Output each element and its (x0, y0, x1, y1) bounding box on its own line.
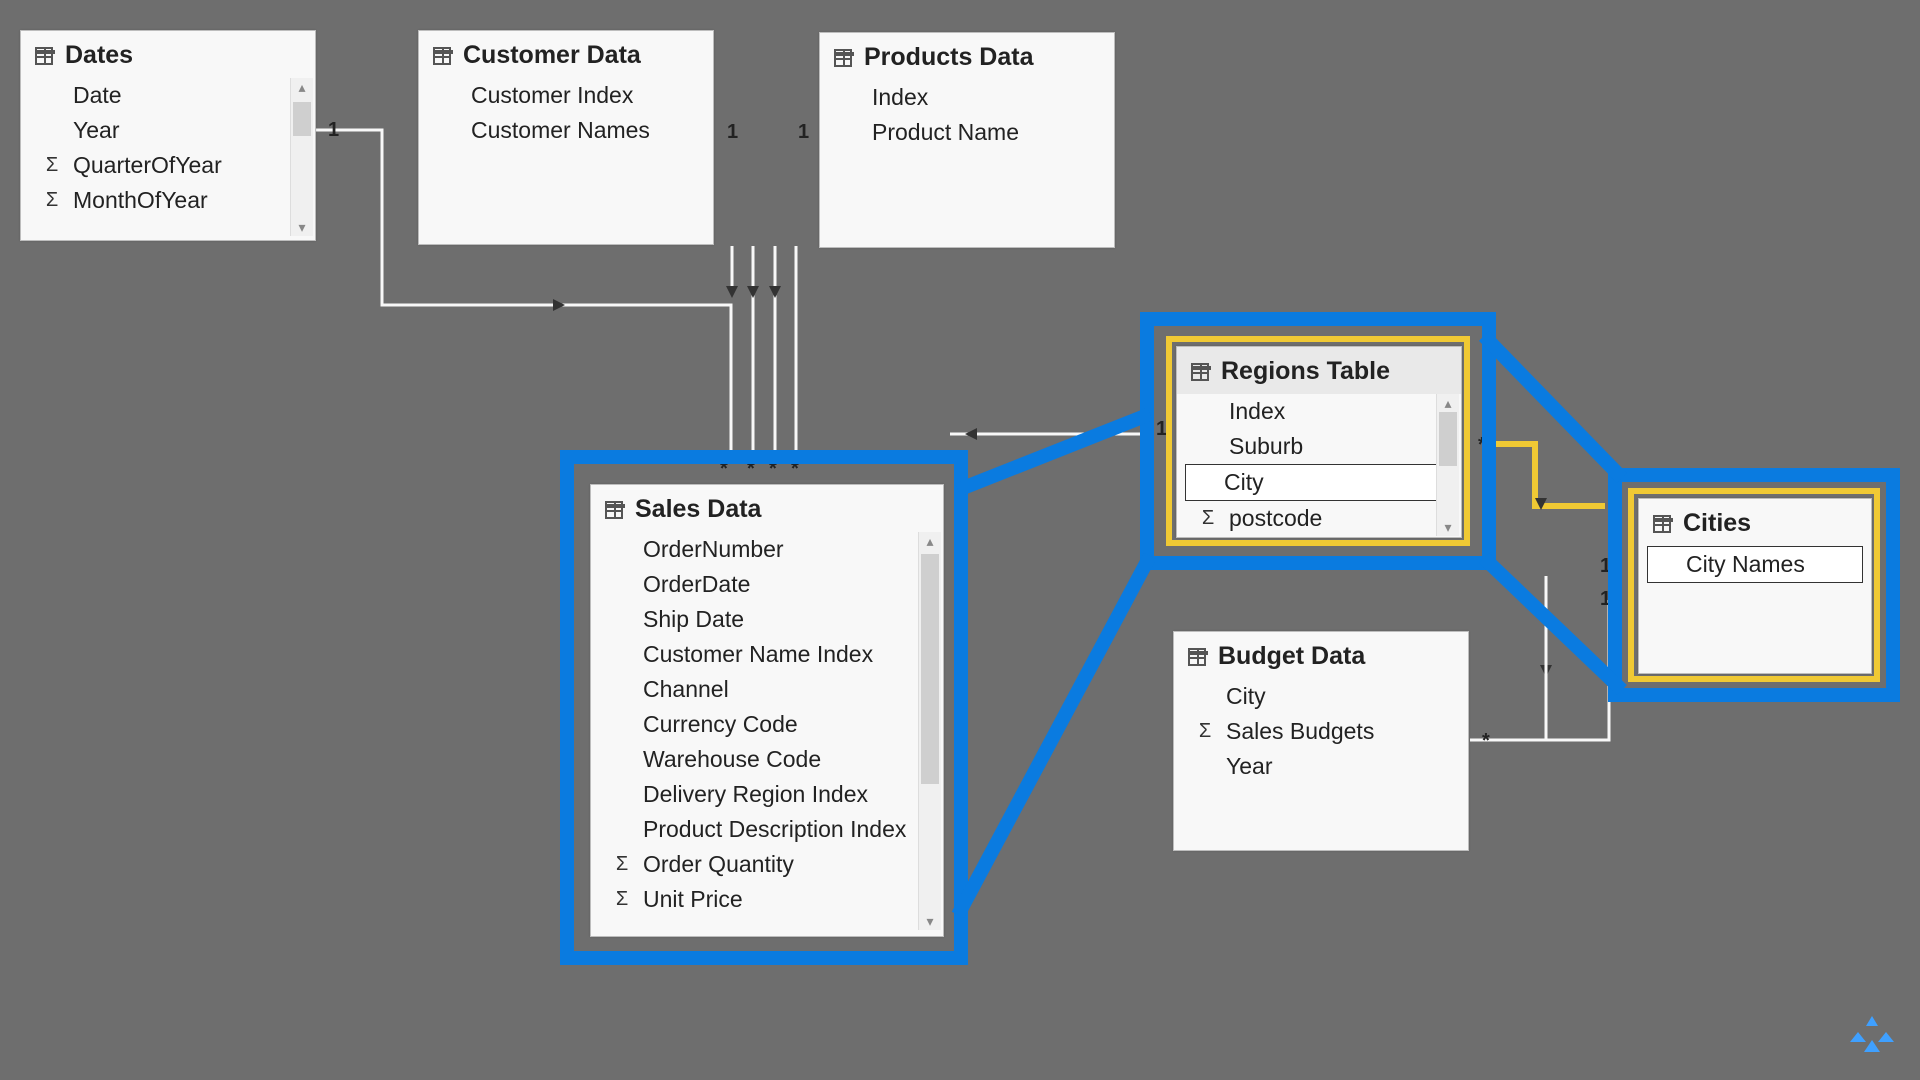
card-customer-1a: 1 (727, 121, 738, 144)
field: OrderNumber (591, 532, 943, 567)
table-icon (433, 47, 451, 65)
field: Suburb (1177, 429, 1461, 464)
field: Product Description Index (591, 812, 943, 847)
field-selected: City Names (1647, 546, 1863, 583)
table-budget[interactable]: Budget Data City ΣSales Budgets Year (1173, 631, 1469, 851)
table-icon (1653, 515, 1671, 533)
field: Ship Date (591, 602, 943, 637)
field: Channel (591, 672, 943, 707)
table-title: Budget Data (1218, 642, 1365, 671)
table-title: Products Data (864, 43, 1033, 72)
table-icon (35, 47, 53, 65)
field: City (1174, 679, 1468, 714)
field: ΣMonthOfYear (21, 183, 315, 218)
table-title: Cities (1683, 509, 1751, 538)
field: Year (1174, 749, 1468, 784)
table-cities[interactable]: Cities City Names (1638, 498, 1872, 674)
table-title: Regions Table (1221, 357, 1390, 386)
table-icon (1191, 363, 1209, 381)
field: Customer Name Index (591, 637, 943, 672)
brand-logo (1848, 1012, 1896, 1060)
field: ΣOrder Quantity (591, 847, 943, 882)
field: Product Name (820, 115, 1114, 150)
table-title: Sales Data (635, 495, 761, 524)
scrollbar[interactable]: ▴ ▾ (1436, 394, 1459, 536)
table-products[interactable]: Products Data Index Product Name (819, 32, 1115, 248)
card-dates-1: 1 (328, 119, 339, 142)
field: Customer Names (419, 113, 713, 148)
field: Warehouse Code (591, 742, 943, 777)
field: ΣSales Budgets (1174, 714, 1468, 749)
table-title: Dates (65, 41, 133, 70)
table-dates[interactable]: Dates Date Year ΣQuarterOfYear ΣMonthOfY… (20, 30, 316, 241)
field: Index (1177, 394, 1461, 429)
field: Customer Index (419, 78, 713, 113)
card-customer-1b: 1 (798, 121, 809, 144)
table-icon (605, 501, 623, 519)
scrollbar[interactable]: ▴ ▾ (918, 532, 941, 930)
table-title: Customer Data (463, 41, 641, 70)
table-regions[interactable]: Regions Table Index Suburb City Σpostcod… (1176, 346, 1462, 538)
table-sales[interactable]: Sales Data OrderNumber OrderDate Ship Da… (590, 484, 944, 937)
table-icon (1188, 648, 1206, 666)
scrollbar[interactable]: ▴ ▾ (290, 78, 313, 236)
field: Index (820, 80, 1114, 115)
table-customer[interactable]: Customer Data Customer Index Customer Na… (418, 30, 714, 245)
field: OrderDate (591, 567, 943, 602)
field: Currency Code (591, 707, 943, 742)
field-selected: City (1185, 464, 1453, 501)
table-icon (834, 49, 852, 67)
field: Date (21, 78, 315, 113)
field: Σpostcode (1177, 501, 1461, 536)
field: ΣUnit Price (591, 882, 943, 917)
card-budget-m: * (1482, 730, 1490, 753)
field: Delivery Region Index (591, 777, 943, 812)
field: ΣQuarterOfYear (21, 148, 315, 183)
field: Year (21, 113, 315, 148)
